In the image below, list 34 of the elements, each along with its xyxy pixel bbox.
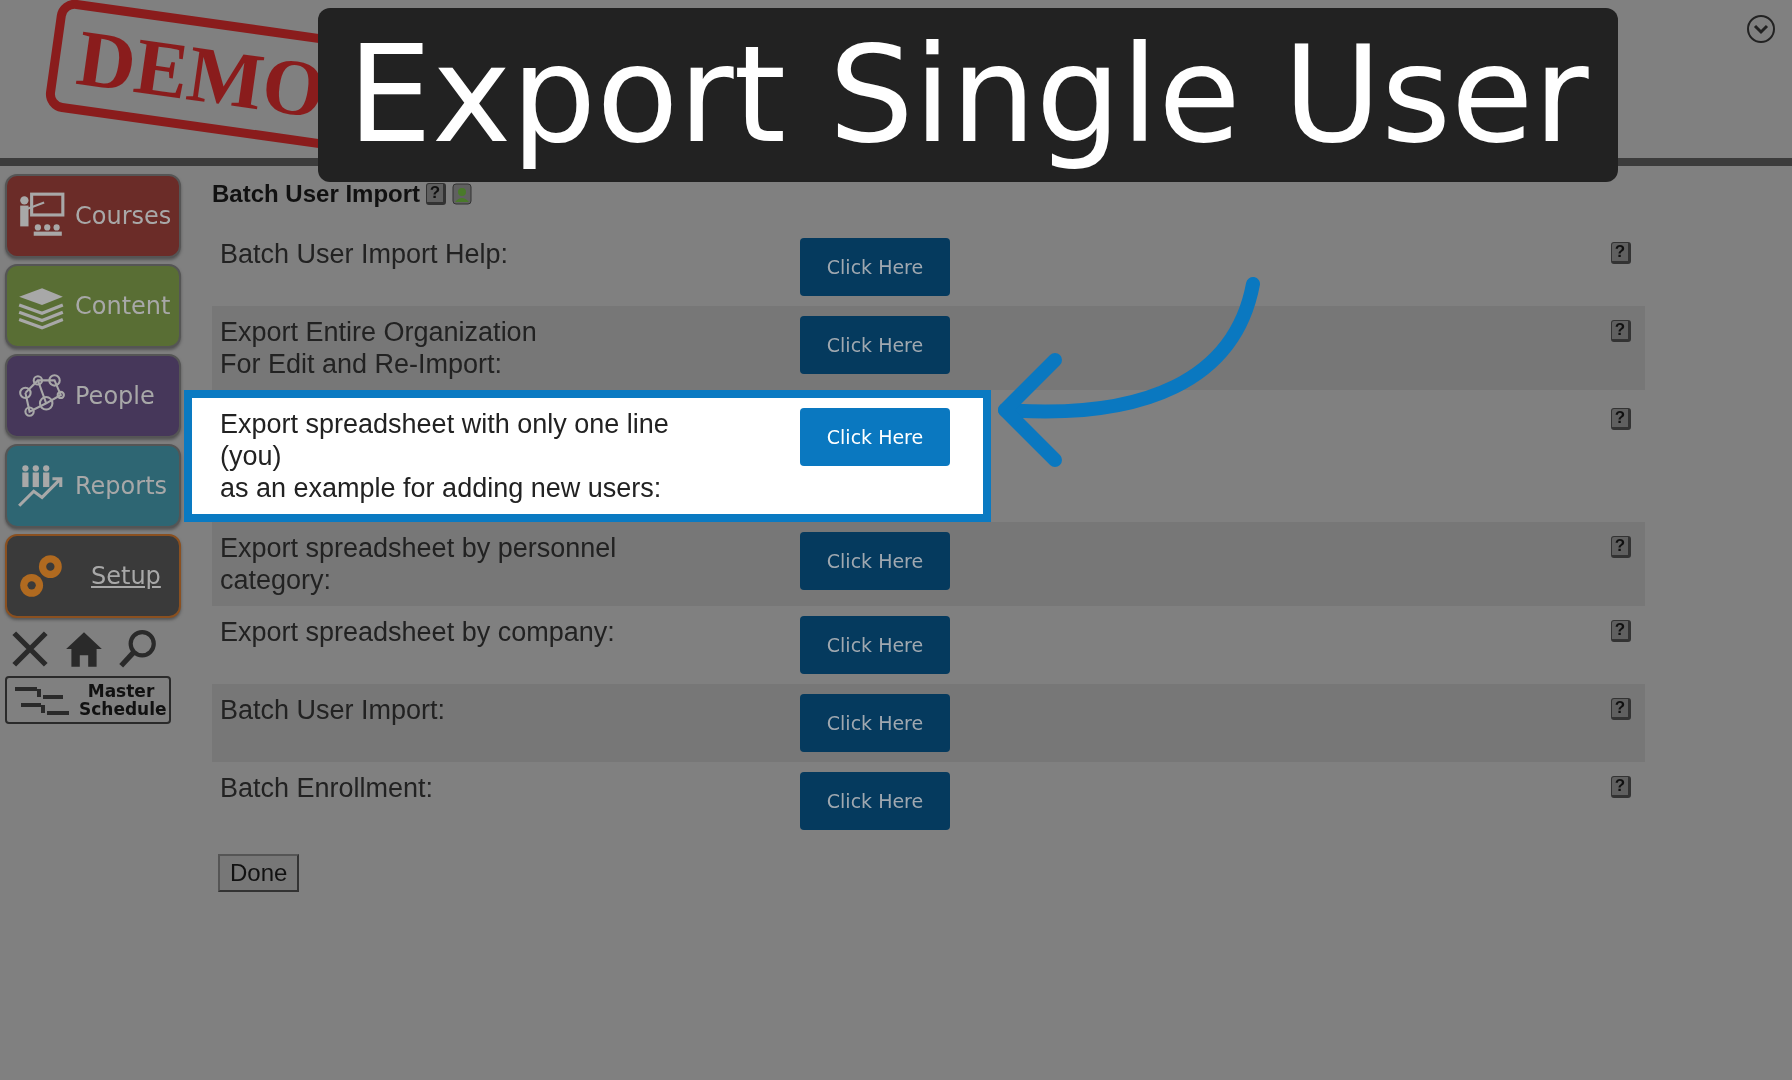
click-here-button[interactable]: Click Here <box>800 238 950 296</box>
click-here-button[interactable]: Click Here <box>800 316 950 374</box>
overlay-title: Export Single User <box>318 8 1618 182</box>
click-here-button[interactable]: Click Here <box>800 772 950 830</box>
help-icon[interactable]: ? <box>1611 620 1631 642</box>
click-here-button[interactable]: Click Here <box>800 694 950 752</box>
sidebar-item[interactable]: Reports <box>5 444 181 528</box>
row-label: Batch User Import: <box>220 694 447 726</box>
sidebar-item[interactable]: Courses <box>5 174 181 258</box>
click-here-button[interactable]: Click Here <box>800 616 950 674</box>
row-label: Batch Enrollment: <box>220 772 435 804</box>
help-icon[interactable]: ? <box>1611 320 1631 342</box>
help-icon[interactable]: ? <box>426 183 447 205</box>
help-icon[interactable]: ? <box>1611 242 1631 264</box>
click-here-button[interactable]: Click Here <box>800 532 950 590</box>
row-label: Batch User Import Help: <box>220 238 510 270</box>
search-icon[interactable] <box>117 628 159 670</box>
master-schedule-button[interactable]: Master Schedule <box>5 676 171 724</box>
click-here-button[interactable]: Click Here <box>800 408 950 466</box>
sidebar-item[interactable]: Setup <box>5 534 181 618</box>
done-button[interactable]: Done <box>218 854 300 892</box>
help-icon[interactable]: ? <box>1611 408 1631 430</box>
row-label: Export spreadsheet by company: <box>220 616 616 648</box>
row-label: Export spreadsheet with only one line (you) as an example for adding new users: <box>220 408 670 504</box>
help-icon[interactable]: ? <box>1611 698 1631 720</box>
help-icon[interactable]: ? <box>1611 536 1631 558</box>
sidebar-item[interactable]: Content <box>5 264 181 348</box>
help-icon[interactable]: ? <box>1611 776 1631 798</box>
sidebar-item[interactable]: People <box>5 354 181 438</box>
chevron-down-icon[interactable] <box>1746 14 1776 44</box>
person-icon[interactable] <box>452 183 473 205</box>
section-title: Batch User Import <box>212 180 421 208</box>
row-label: Export Entire Organization For Edit and Re-Import: <box>220 316 538 380</box>
row-label: Export spreadsheet by personnel category: <box>220 532 618 596</box>
